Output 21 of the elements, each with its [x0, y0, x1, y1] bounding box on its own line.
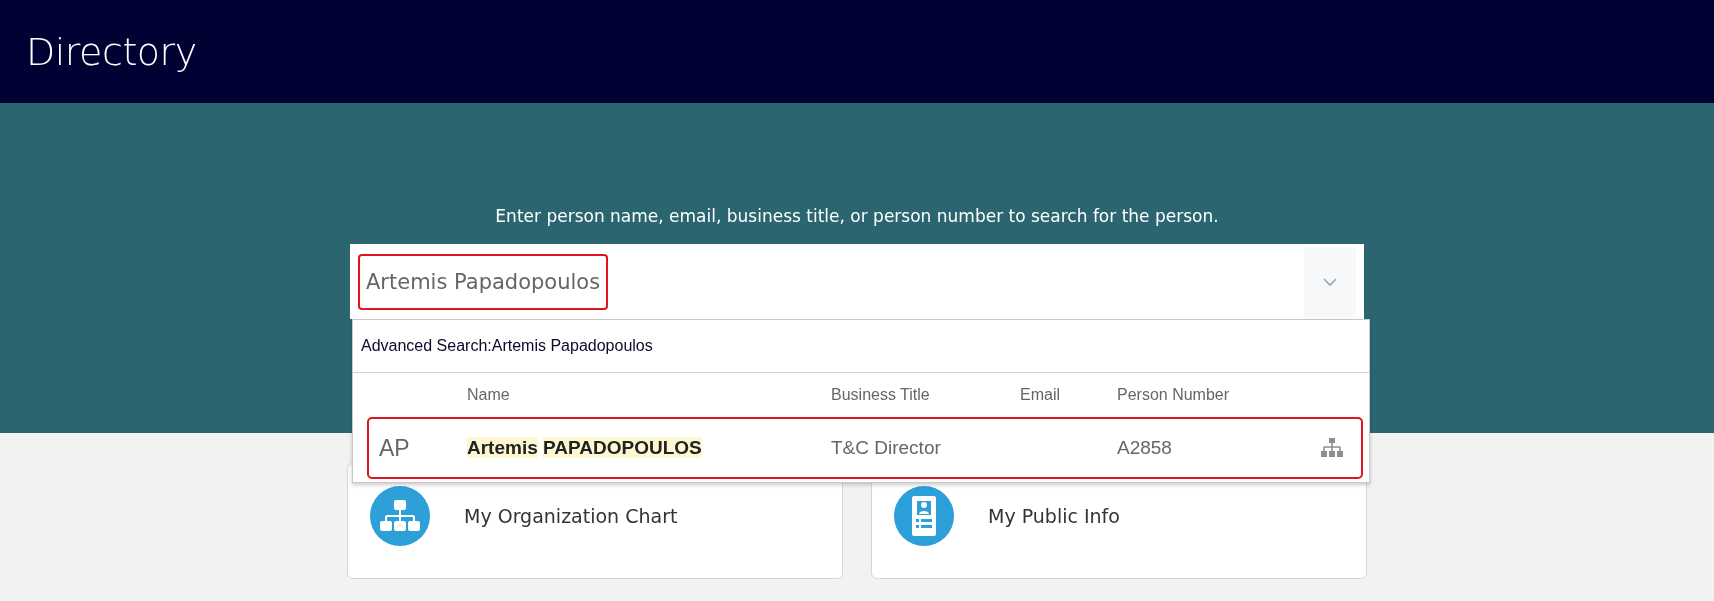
card-label: My Public Info [988, 505, 1120, 527]
column-header: Email [1020, 386, 1061, 404]
business-title: T&C Director [831, 437, 942, 459]
dropdown-toggle[interactable] [1304, 246, 1356, 317]
search-field[interactable]: Artemis Papadopoulos [350, 244, 1364, 319]
page-title: Directory [26, 29, 197, 74]
initials: AP [378, 434, 411, 462]
card-label: My Organization Chart [464, 505, 678, 527]
column-header: Name [467, 386, 511, 404]
search-hint: Enter person name, email, business title, or person number to search for the person. [495, 206, 1219, 226]
advanced-search-link[interactable]: Advanced Search:Artemis Papadopoulos [353, 320, 1369, 373]
result-row[interactable]: AP Artemis PAPADOPOULOS T&C Director A2858 [367, 417, 1363, 479]
chevron-down-icon [1322, 276, 1338, 287]
id-card-icon [894, 486, 954, 546]
person-name: Artemis PAPADOPOULOS [467, 437, 702, 459]
person-number: A2858 [1117, 437, 1173, 459]
org-chart-icon[interactable] [1321, 438, 1343, 458]
org-chart-icon [370, 486, 430, 546]
column-header: Person Number [1117, 386, 1231, 404]
search-value: Artemis Papadopoulos [358, 253, 609, 310]
column-header: Business Title [831, 386, 931, 404]
